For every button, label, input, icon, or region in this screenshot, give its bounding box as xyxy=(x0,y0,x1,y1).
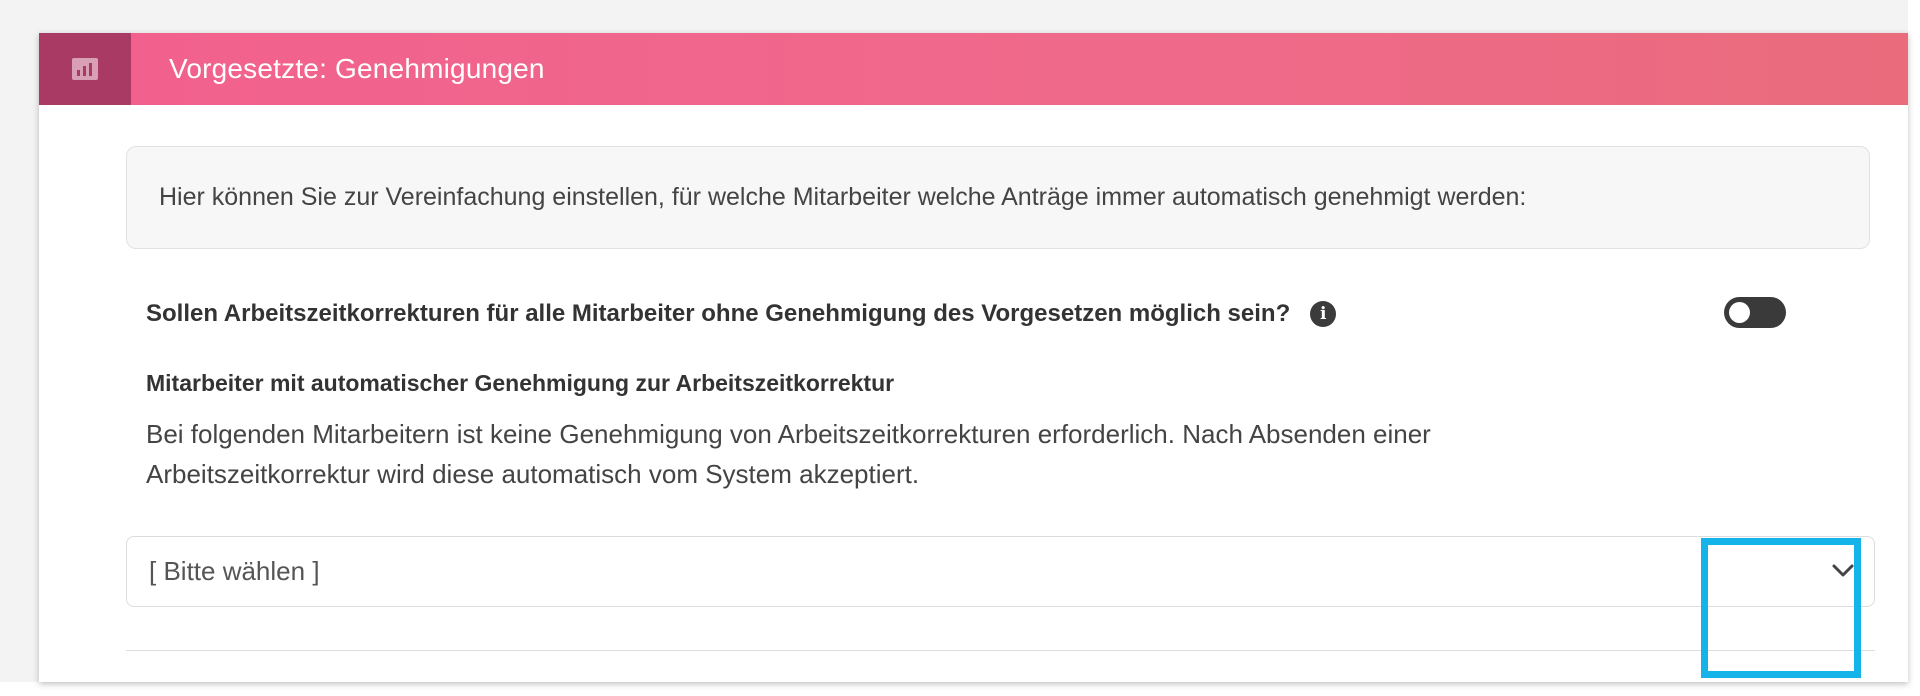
employee-select[interactable]: [ Bitte wählen ] xyxy=(126,536,1875,607)
employee-select-value: [ Bitte wählen ] xyxy=(149,556,320,586)
setting-question: Sollen Arbeitszeitkorrekturen für alle M… xyxy=(146,300,1291,327)
approvals-panel: Vorgesetzte: Genehmigungen Hier können S… xyxy=(39,33,1908,682)
panel-header: Vorgesetzte: Genehmigungen xyxy=(39,33,1908,105)
info-box-text: Hier können Sie zur Vereinfachung einste… xyxy=(159,183,1527,211)
chart-icon xyxy=(39,33,131,105)
info-icon[interactable]: i xyxy=(1310,301,1337,327)
auto-correction-toggle[interactable] xyxy=(1724,297,1786,328)
auto-approval-description: Bei folgenden Mitarbeitern ist keine Gen… xyxy=(146,419,1431,489)
panel-title: Vorgesetzte: Genehmigungen xyxy=(169,53,545,84)
divider xyxy=(126,650,1875,651)
highlight-annotation xyxy=(1701,538,1861,678)
page-background: Vorgesetzte: Genehmigungen Hier können S… xyxy=(0,0,1908,682)
setting-row: Sollen Arbeitszeitkorrekturen für alle M… xyxy=(146,294,1786,334)
toggle-knob xyxy=(1729,302,1750,323)
auto-approval-title: Mitarbeiter mit automatischer Genehmigun… xyxy=(146,370,895,396)
info-box: Hier können Sie zur Vereinfachung einste… xyxy=(126,146,1870,249)
